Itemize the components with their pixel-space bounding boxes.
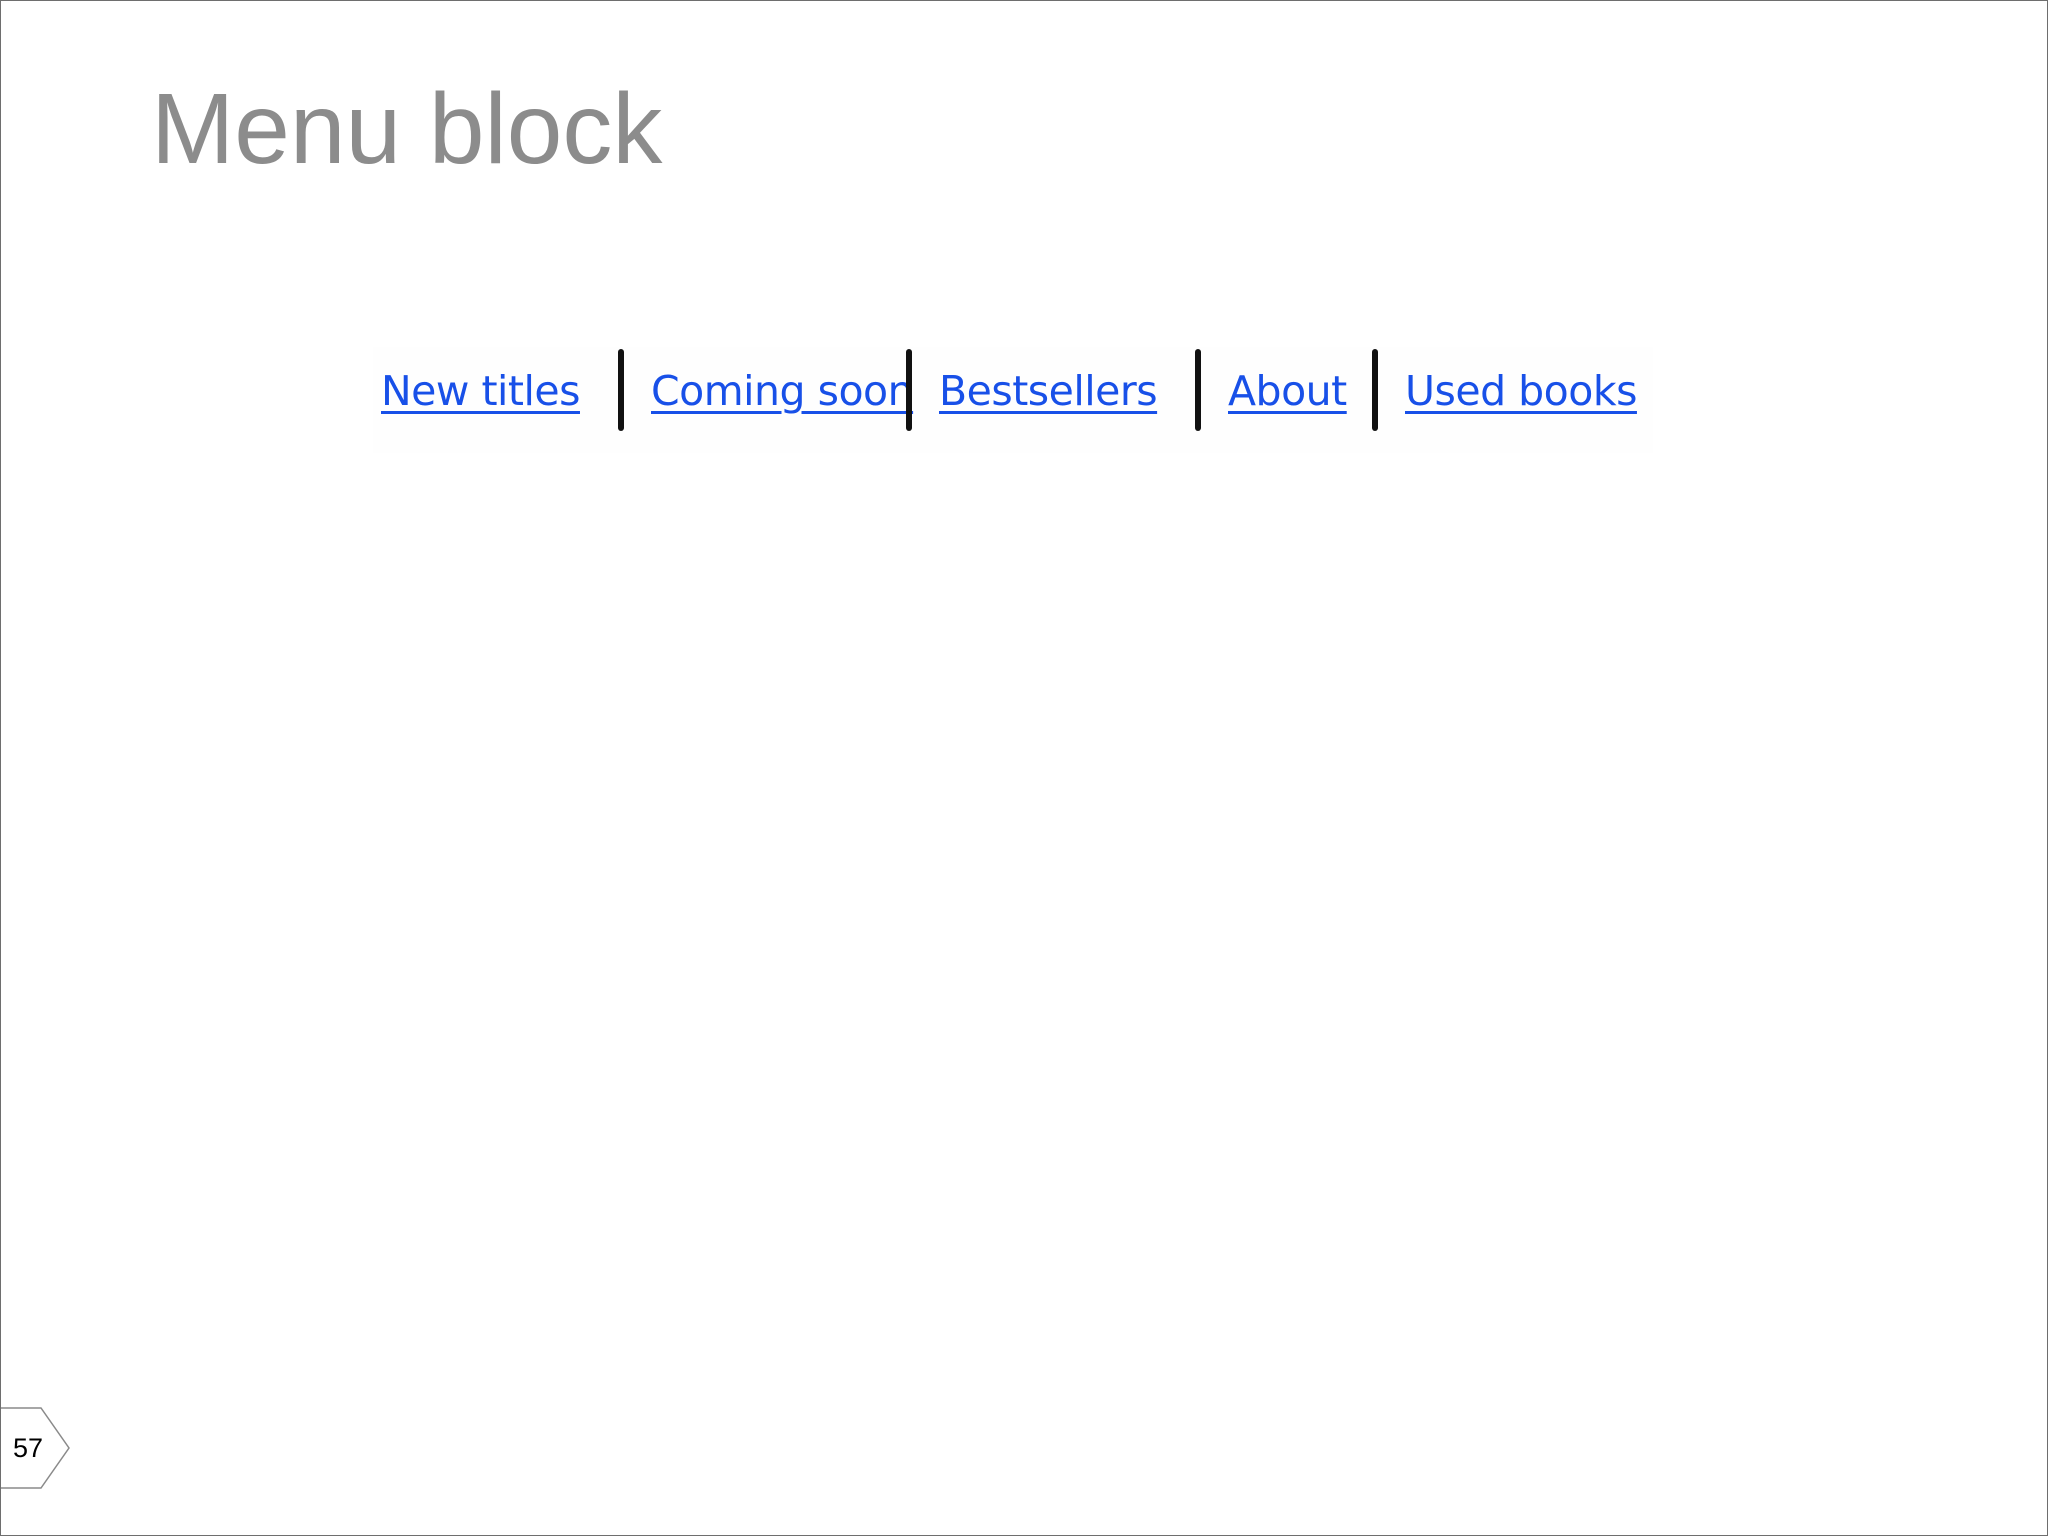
menu-link-new-titles[interactable]: New titles (381, 361, 580, 421)
menu-link-about[interactable]: About (1228, 361, 1347, 421)
slide-title: Menu block (151, 73, 663, 185)
slide: Menu block New titles Coming soon Bestse… (0, 0, 2048, 1536)
menu-block: New titles Coming soon Bestsellers About… (373, 347, 1653, 453)
menu-link-bestsellers[interactable]: Bestsellers (939, 361, 1158, 421)
menu-separator (1372, 349, 1378, 431)
page-number-tab: 57 (1, 1407, 71, 1489)
menu-separator (618, 349, 624, 431)
menu-separator (906, 349, 912, 431)
menu-link-used-books[interactable]: Used books (1405, 361, 1637, 421)
page-number: 57 (13, 1433, 44, 1463)
menu-link-coming-soon[interactable]: Coming soon (651, 361, 914, 421)
menu-separator (1195, 349, 1201, 431)
